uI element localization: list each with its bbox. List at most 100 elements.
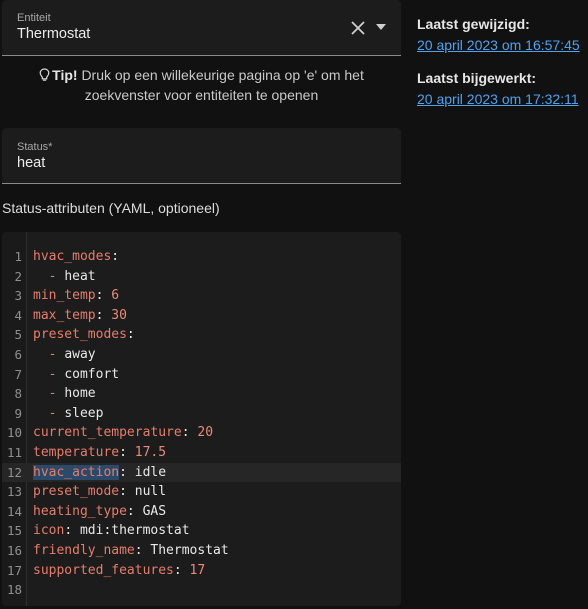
line-number: 6 xyxy=(14,346,22,362)
last-updated-label: Laatst bijgewerkt: xyxy=(417,70,537,86)
code-line[interactable]: 6 - away xyxy=(2,345,401,365)
entity-picker[interactable]: Entiteit Thermostat xyxy=(2,0,401,56)
line-content: hvac_modes: xyxy=(33,247,119,267)
code-line[interactable]: 3 min_temp: 6 xyxy=(2,286,401,306)
line-content: temperature: 17.5 xyxy=(33,443,166,463)
yaml-key: min_temp xyxy=(33,288,96,304)
line-number: 10 xyxy=(6,425,22,441)
last-updated-link[interactable]: 20 april 2023 om 17:32:11 xyxy=(417,91,579,107)
code-line[interactable]: 1 hvac_modes: xyxy=(2,247,401,267)
yaml-key: friendly_name xyxy=(33,542,135,558)
line-content: - home xyxy=(33,384,96,404)
tip-bold: Tip! xyxy=(52,67,78,83)
yaml-separator: : xyxy=(64,523,80,539)
line-number: 3 xyxy=(14,288,22,304)
yaml-value: mdi:thermostat xyxy=(79,523,190,539)
code-line[interactable]: 17 supported_features: 17 xyxy=(2,561,401,581)
close-icon[interactable] xyxy=(350,20,366,36)
yaml-separator: : xyxy=(119,444,135,460)
yaml-key: icon xyxy=(33,523,65,539)
code-line[interactable]: 8 - home xyxy=(2,384,401,404)
code-line[interactable]: 12 hvac_action: idle xyxy=(2,462,401,483)
yaml-key: preset_mode xyxy=(33,484,120,500)
yaml-value: heat xyxy=(64,268,96,284)
line-number: 9 xyxy=(14,405,22,421)
code-line[interactable]: 2 - heat xyxy=(2,267,401,287)
yaml-key: current_temperature xyxy=(33,425,182,441)
line-number: 16 xyxy=(6,542,22,558)
line-number: 7 xyxy=(14,366,22,382)
status-field[interactable]: Status* heat xyxy=(2,128,401,184)
list-dash: - xyxy=(33,405,65,421)
yaml-value: comfort xyxy=(64,366,120,382)
yaml-key: hvac_action xyxy=(33,464,120,480)
yaml-code-editor[interactable]: 1 hvac_modes: 2 - heat 3 min_temp: 6 4 max_tem… xyxy=(2,232,401,606)
code-line[interactable]: 15 icon: mdi:thermostat xyxy=(2,521,401,541)
yaml-number: 30 xyxy=(111,307,127,323)
status-input[interactable]: heat xyxy=(17,155,45,171)
last-changed-link[interactable]: 20 april 2023 om 16:57:45 xyxy=(417,37,580,53)
line-content: - sleep xyxy=(33,404,104,424)
yaml-separator: : xyxy=(95,288,112,304)
code-line[interactable]: 9 - sleep xyxy=(2,404,401,424)
yaml-key: preset_modes xyxy=(33,327,127,343)
yaml-number: 17.5 xyxy=(134,444,167,460)
yaml-key: heating_type xyxy=(33,503,127,519)
line-content: preset_mode: null xyxy=(33,482,166,502)
status-field-label: Status* xyxy=(17,141,53,153)
lightbulb-icon xyxy=(39,68,50,81)
yaml-value: home xyxy=(64,386,96,402)
line-content: - heat xyxy=(33,267,96,287)
line-number: 18 xyxy=(6,582,22,598)
attributes-label: Status-attributen (YAML, optioneel) xyxy=(2,200,220,216)
code-line[interactable]: 13 preset_mode: null xyxy=(2,482,401,502)
line-content: icon: mdi:thermostat xyxy=(33,521,190,541)
code-line[interactable]: 16 friendly_name: Thermostat xyxy=(2,541,401,561)
chevron-down-icon[interactable] xyxy=(375,22,387,32)
yaml-separator: : xyxy=(119,464,135,480)
line-number: 15 xyxy=(6,523,22,539)
line-number: 8 xyxy=(14,386,22,402)
yaml-key: supported_features xyxy=(33,562,174,578)
yaml-value: null xyxy=(134,484,167,500)
yaml-number: 17 xyxy=(189,562,206,578)
line-content: min_temp: 6 xyxy=(33,286,119,306)
code-lines[interactable]: 1 hvac_modes: 2 - heat 3 min_temp: 6 4 max_tem… xyxy=(2,247,401,600)
line-number: 2 xyxy=(14,268,22,284)
line-content: supported_features: 17 xyxy=(33,561,205,581)
line-number: 4 xyxy=(14,307,22,323)
yaml-key: hvac_modes xyxy=(33,249,112,264)
entity-picker-value[interactable]: Thermostat xyxy=(17,26,90,42)
yaml-value: GAS xyxy=(142,503,167,519)
yaml-separator: : xyxy=(95,307,112,323)
line-content: hvac_action: idle xyxy=(33,463,166,483)
yaml-value: sleep xyxy=(64,405,104,421)
tip-text: Druk op een willekeurige pagina op 'e' o… xyxy=(81,67,364,103)
last-changed-label: Laatst gewijzigd: xyxy=(417,16,530,32)
line-number: 11 xyxy=(6,444,22,460)
tip-message: Tip! Druk op een willekeurige pagina op … xyxy=(2,65,401,105)
line-content: - away xyxy=(33,345,96,365)
line-content: current_temperature: 20 xyxy=(33,423,213,443)
code-line[interactable]: 11 temperature: 17.5 xyxy=(2,443,401,463)
yaml-value: idle xyxy=(134,464,167,480)
yaml-separator: : xyxy=(134,542,151,558)
list-dash: - xyxy=(33,386,65,402)
line-number: 1 xyxy=(14,249,22,264)
list-dash: - xyxy=(33,346,65,362)
yaml-separator: : xyxy=(126,503,143,519)
entity-picker-label: Entiteit xyxy=(17,12,51,24)
code-line[interactable]: 10 current_temperature: 20 xyxy=(2,423,401,443)
yaml-value: away xyxy=(64,346,96,362)
code-line[interactable]: 5 preset_modes: xyxy=(2,325,401,345)
code-line[interactable]: 18 xyxy=(2,580,401,600)
line-number: 17 xyxy=(6,562,22,578)
line-content: max_temp: 30 xyxy=(33,306,127,326)
yaml-separator: : xyxy=(126,327,135,343)
yaml-key: temperature xyxy=(33,444,120,460)
code-line[interactable]: 14 heating_type: GAS xyxy=(2,502,401,522)
line-number: 14 xyxy=(6,503,22,519)
code-line[interactable]: 7 - comfort xyxy=(2,365,401,385)
code-line[interactable]: 4 max_temp: 30 xyxy=(2,306,401,326)
line-content: heating_type: GAS xyxy=(33,502,166,522)
